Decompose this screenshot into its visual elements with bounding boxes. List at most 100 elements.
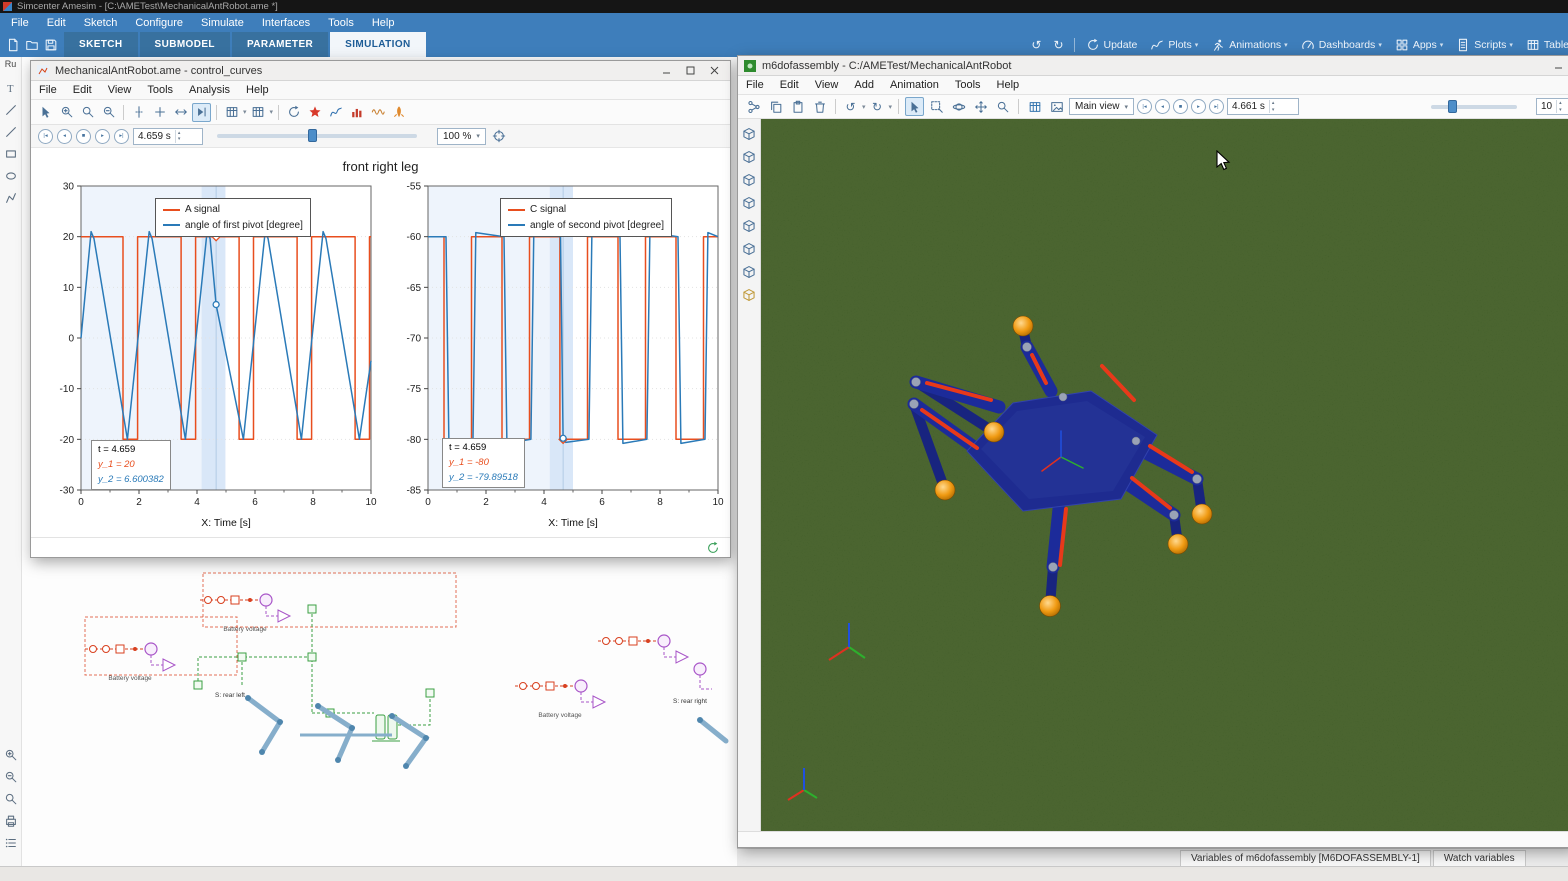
auto-refresh-icon[interactable] (703, 538, 722, 557)
assembly-icon[interactable] (740, 194, 758, 212)
zoom-in-icon[interactable] (2, 746, 20, 764)
snapshot-icon[interactable] (1047, 97, 1066, 116)
tab-parameter[interactable]: PARAMETER (231, 32, 329, 57)
pan-icon[interactable] (971, 97, 990, 116)
spline-tool-icon[interactable] (2, 123, 20, 141)
rect-tool-icon[interactable] (2, 145, 20, 163)
time-slider[interactable] (217, 129, 417, 142)
launch-icon[interactable] (389, 103, 408, 122)
scripts-button[interactable]: Scripts ▾ (1450, 37, 1518, 53)
table-button[interactable]: Table (1520, 37, 1568, 53)
layout-table-icon[interactable] (249, 103, 268, 122)
play-button[interactable]: ▸ (95, 128, 110, 144)
apps-button[interactable]: Apps ▾ (1389, 37, 1448, 53)
assembly-icon[interactable] (740, 240, 758, 258)
copy-icon[interactable] (766, 97, 785, 116)
recenter-icon[interactable] (490, 127, 509, 146)
plot-zoom-out-icon[interactable] (99, 103, 118, 122)
anim-play-button[interactable]: ▸ (1191, 99, 1207, 114)
orbit-icon[interactable] (949, 97, 968, 116)
stop-button[interactable]: ■ (76, 128, 91, 144)
anim-menu-view[interactable]: View (807, 79, 847, 91)
tab-sketch[interactable]: SKETCH (64, 32, 138, 57)
maximize-button[interactable] (680, 63, 700, 78)
fast-forward-button[interactable]: ▸| (114, 128, 129, 144)
menu-edit[interactable]: Edit (38, 13, 75, 32)
plot-menu-help[interactable]: Help (238, 84, 277, 96)
assembly-icon[interactable] (740, 217, 758, 235)
anim-step-back-button[interactable]: ◂ (1155, 99, 1171, 114)
dashboards-button[interactable]: Dashboards ▾ (1295, 37, 1387, 53)
zoom-out-icon[interactable] (2, 768, 20, 786)
undo-button[interactable]: ↺ (1026, 38, 1046, 52)
ellipse-tool-icon[interactable] (2, 167, 20, 185)
list-icon[interactable] (2, 834, 20, 852)
assembly-icon-active[interactable] (740, 286, 758, 304)
anim-select-icon[interactable] (905, 97, 925, 116)
plot-zoom-icon[interactable] (78, 103, 97, 122)
anim-menu-file[interactable]: File (738, 79, 772, 91)
crosshair-icon[interactable] (150, 103, 169, 122)
fft-plot-icon[interactable] (368, 103, 387, 122)
step-back-button[interactable]: ◂ (57, 128, 72, 144)
time-spinner[interactable]: 4.659 s ▴ ▾ (133, 127, 203, 145)
anim-minimize-button[interactable] (1548, 58, 1568, 73)
line-tool-icon[interactable] (2, 101, 20, 119)
paste-icon[interactable] (788, 97, 807, 116)
plot-menu-view[interactable]: View (100, 84, 140, 96)
plot-menu-edit[interactable]: Edit (65, 84, 100, 96)
favorite-icon[interactable] (305, 103, 324, 122)
menu-interfaces[interactable]: Interfaces (253, 13, 319, 32)
watch-variables-tab[interactable]: Watch variables (1432, 849, 1526, 866)
curve-plot-icon[interactable] (326, 103, 345, 122)
left-chart[interactable]: 30 20 10 0 -10 -20 -30 0 2 4 6 8 10 X: Time [s] A sign… (35, 178, 382, 538)
tab-simulation[interactable]: SIMULATION (330, 32, 426, 57)
update-button[interactable]: Update (1080, 37, 1143, 53)
plot-zoom-in-icon[interactable] (57, 103, 76, 122)
anim-window-titlebar[interactable]: m6dofassembly - C:/AMETest/MechanicalAnt… (738, 56, 1568, 76)
new-icon[interactable] (5, 37, 21, 53)
link-icon[interactable] (744, 97, 763, 116)
print-icon[interactable] (2, 812, 20, 830)
menu-file[interactable]: File (2, 13, 38, 32)
plot-menu-analysis[interactable]: Analysis (181, 84, 238, 96)
viewports-icon[interactable] (1025, 97, 1044, 116)
variables-tab[interactable]: Variables of m6dofassembly [M6DOFASSEMBL… (1180, 849, 1431, 866)
animation-viewport[interactable] (761, 119, 1568, 831)
close-button[interactable] (704, 63, 724, 78)
anim-menu-tools[interactable]: Tools (947, 79, 989, 91)
redo-button[interactable]: ↻ (1048, 38, 1068, 52)
assembly-icon[interactable] (740, 125, 758, 143)
menu-sketch[interactable]: Sketch (75, 13, 127, 32)
zoom-select[interactable]: 100 % ▾ (437, 127, 486, 145)
animations-button[interactable]: Animations ▾ (1205, 37, 1292, 53)
bar-plot-icon[interactable] (347, 103, 366, 122)
polyline-tool-icon[interactable] (2, 189, 20, 207)
anim-menu-edit[interactable]: Edit (772, 79, 807, 91)
pan-horizontal-icon[interactable] (171, 103, 190, 122)
menu-simulate[interactable]: Simulate (192, 13, 253, 32)
anim-time-spinner[interactable]: 4.661 s ▴ ▾ (1227, 98, 1300, 115)
select-cursor-icon[interactable] (36, 103, 55, 122)
anim-redo-icon[interactable]: ↻ (869, 100, 886, 114)
anim-fast-forward-button[interactable]: ▸| (1209, 99, 1225, 114)
anim-rewind-button[interactable]: |◂ (1137, 99, 1153, 114)
layout-grid-icon[interactable] (222, 103, 241, 122)
minimize-button[interactable] (656, 63, 676, 78)
tab-submodel[interactable]: SUBMODEL (139, 32, 230, 57)
text-tool-icon[interactable]: T (2, 79, 20, 97)
anim-stop-button[interactable]: ■ (1173, 99, 1189, 114)
chart-canvas[interactable]: front right leg 30 20 10 0 -10 -20 -30 0 2 4 6 8 10 X… (31, 148, 730, 537)
anim-speed-slider[interactable] (1431, 99, 1517, 113)
open-icon[interactable] (24, 37, 40, 53)
save-icon[interactable] (43, 37, 59, 53)
anim-menu-animation[interactable]: Animation (882, 79, 947, 91)
rewind-button[interactable]: |◂ (38, 128, 53, 144)
anim-menu-add[interactable]: Add (846, 79, 882, 91)
assembly-icon[interactable] (740, 148, 758, 166)
refresh-plot-icon[interactable] (284, 103, 303, 122)
anim-undo-icon[interactable]: ↺ (842, 100, 859, 114)
right-chart[interactable]: -55 -60 -65 -70 -75 -80 -85 0 2 4 6 8 10 X: Time [s] C… (382, 178, 729, 538)
plot-window-titlebar[interactable]: MechanicalAntRobot.ame - control_curves (31, 61, 730, 81)
left-panel-tab[interactable]: Ru (5, 59, 17, 69)
